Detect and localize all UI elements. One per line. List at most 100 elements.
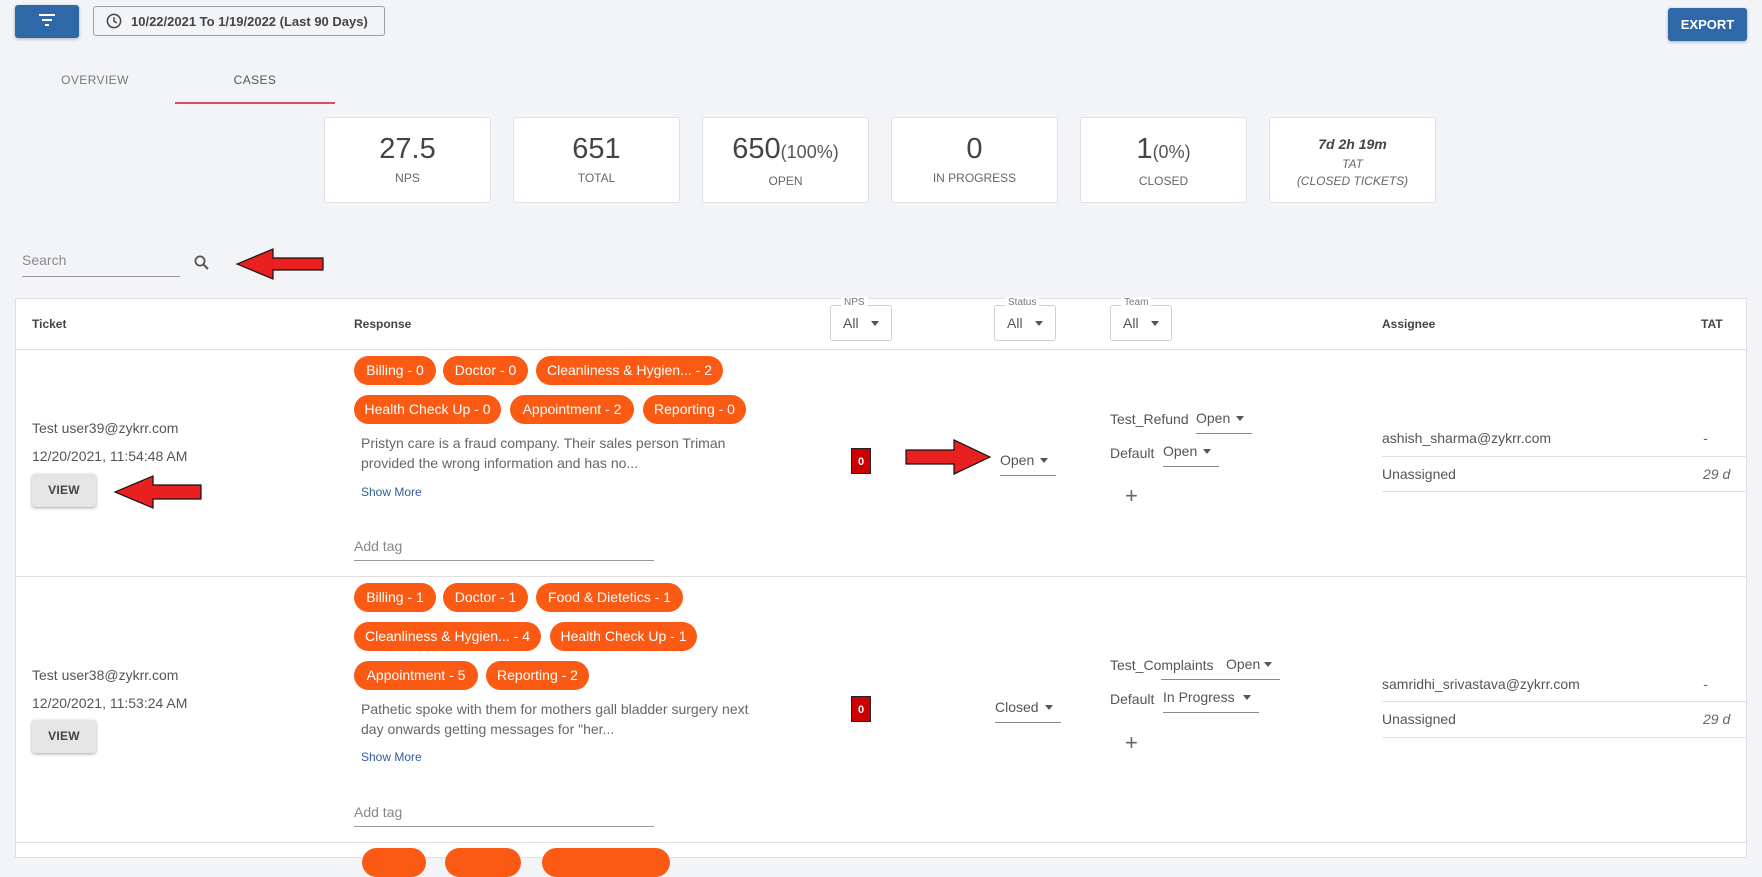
export-button[interactable]: EXPORT bbox=[1668, 8, 1747, 41]
tag-chip[interactable]: Appointment - 2 bbox=[510, 395, 634, 424]
tag-chip[interactable]: Cleanliness & Hygien... - 2 bbox=[536, 356, 723, 385]
search-input[interactable]: Search bbox=[22, 250, 180, 277]
nps-score-badge: 0 bbox=[851, 448, 871, 474]
stat-percent: (0%) bbox=[1152, 142, 1191, 162]
stat-label: OPEN bbox=[768, 174, 803, 188]
clock-icon bbox=[106, 13, 122, 29]
row-divider bbox=[16, 842, 1746, 843]
tat-value: - bbox=[1703, 430, 1708, 446]
tag-chip[interactable]: Health Check Up - 1 bbox=[550, 622, 697, 651]
stat-label: TAT bbox=[1342, 157, 1363, 171]
caret-down-icon bbox=[1045, 705, 1053, 710]
ticket-date: 12/20/2021, 11:54:48 AM bbox=[32, 448, 188, 464]
ticket-user: Test user38@zykrr.com bbox=[32, 667, 179, 683]
nps-score-badge: 0 bbox=[851, 696, 871, 722]
dropdown-value: Closed bbox=[995, 699, 1039, 715]
tag-chip[interactable] bbox=[362, 848, 426, 877]
tag-chip[interactable]: Doctor - 0 bbox=[443, 356, 528, 385]
tab-overview[interactable]: OVERVIEW bbox=[45, 72, 145, 102]
assignee-name: ashish_sharma@zykrr.com bbox=[1382, 430, 1552, 446]
plus-icon[interactable]: + bbox=[1125, 485, 1138, 507]
filter-button[interactable] bbox=[15, 5, 79, 38]
header-assignee: Assignee bbox=[1382, 317, 1436, 331]
stat-percent: (100%) bbox=[780, 142, 839, 162]
caret-down-icon bbox=[1236, 416, 1244, 421]
assignee-name: Unassigned bbox=[1382, 466, 1456, 482]
response-text: Pathetic spoke with them for mothers gal… bbox=[361, 699, 781, 739]
tag-chip[interactable]: Doctor - 1 bbox=[443, 583, 528, 612]
tag-chip[interactable]: Food & Dietetics - 1 bbox=[536, 583, 683, 612]
tag-chip[interactable]: Billing - 0 bbox=[354, 356, 436, 385]
show-more-link[interactable]: Show More bbox=[361, 485, 422, 499]
stat-value: 27.5 bbox=[379, 133, 436, 165]
stat-card-open: 650(100%) OPEN bbox=[702, 117, 869, 203]
nps-filter-select[interactable]: NPS All bbox=[830, 297, 892, 341]
stat-card-total: 651 TOTAL bbox=[513, 117, 680, 203]
stat-value: 1 bbox=[1136, 133, 1153, 165]
status-dropdown[interactable]: Closed bbox=[995, 698, 1061, 723]
ticket-user: Test user39@zykrr.com bbox=[32, 420, 179, 436]
team-status-dropdown[interactable]: Open bbox=[1226, 655, 1280, 680]
team-status-dropdown[interactable]: Open bbox=[1163, 442, 1219, 467]
view-button[interactable]: VIEW bbox=[32, 474, 96, 507]
stat-value: 651 bbox=[572, 133, 621, 165]
tag-chip[interactable] bbox=[542, 848, 670, 877]
assignee-name: Unassigned bbox=[1382, 711, 1456, 727]
dropdown-value: Open bbox=[1196, 410, 1231, 426]
caret-down-icon bbox=[1035, 321, 1043, 326]
add-tag-input[interactable]: Add tag bbox=[354, 803, 654, 827]
plus-icon[interactable]: + bbox=[1125, 732, 1138, 754]
caret-down-icon bbox=[1040, 458, 1048, 463]
caret-down-icon bbox=[1264, 662, 1272, 667]
stat-label: NPS bbox=[395, 171, 420, 185]
tag-chip[interactable]: Reporting - 0 bbox=[643, 395, 746, 424]
stat-value: 650 bbox=[732, 133, 781, 165]
team-name: Default bbox=[1110, 445, 1155, 461]
team-status-dropdown[interactable]: In Progress bbox=[1163, 688, 1259, 713]
dropdown-value: In Progress bbox=[1163, 689, 1235, 705]
stat-label: IN PROGRESS bbox=[932, 171, 1017, 185]
team-filter-select[interactable]: Team All bbox=[1110, 297, 1172, 341]
tab-cases[interactable]: CASES bbox=[175, 72, 335, 104]
status-filter-select[interactable]: Status All bbox=[994, 297, 1056, 341]
response-text: Pristyn care is a fraud company. Their s… bbox=[361, 433, 766, 473]
response-line: provided the wrong information and has n… bbox=[361, 455, 639, 471]
filter-value: All bbox=[843, 315, 859, 331]
header-tat: TAT bbox=[1701, 317, 1723, 331]
ticket-date: 12/20/2021, 11:53:24 AM bbox=[32, 695, 188, 711]
header-response: Response bbox=[354, 317, 412, 331]
tat-value: - bbox=[1703, 676, 1708, 692]
tag-chip[interactable]: Billing - 1 bbox=[354, 583, 436, 612]
view-button[interactable]: VIEW bbox=[32, 720, 96, 753]
caret-down-icon bbox=[1203, 449, 1211, 454]
divider bbox=[1382, 491, 1746, 492]
divider bbox=[16, 349, 1746, 350]
team-status-dropdown[interactable]: Open bbox=[1196, 409, 1252, 434]
arrow-left-icon bbox=[113, 474, 203, 515]
filter-list-icon bbox=[39, 13, 55, 31]
date-range-label: 10/22/2021 To 1/19/2022 (Last 90 Days) bbox=[131, 13, 368, 29]
tag-chip[interactable]: Appointment - 5 bbox=[354, 661, 478, 690]
add-tag-input[interactable]: Add tag bbox=[354, 537, 654, 561]
stat-label: TOTAL bbox=[577, 171, 616, 185]
cases-table bbox=[15, 298, 1747, 858]
tat-value: 29 d bbox=[1703, 711, 1731, 727]
tag-chip[interactable]: Reporting - 2 bbox=[486, 661, 589, 690]
stat-card-tat: 7d 2h 19m TAT (CLOSED TICKETS) bbox=[1269, 117, 1436, 203]
response-line: day onwards getting messages for "her... bbox=[361, 721, 615, 737]
dropdown-value: Open bbox=[1226, 656, 1261, 672]
filter-label: NPS bbox=[841, 297, 868, 309]
filter-value: All bbox=[1123, 315, 1139, 331]
stat-value: 0 bbox=[966, 133, 983, 165]
filter-label: Team bbox=[1121, 297, 1152, 309]
show-more-link[interactable]: Show More bbox=[361, 750, 422, 764]
tag-chip[interactable]: Health Check Up - 0 bbox=[354, 395, 501, 424]
filter-label: Status bbox=[1005, 297, 1040, 309]
search-icon[interactable] bbox=[193, 254, 211, 277]
status-dropdown[interactable]: Open bbox=[1000, 451, 1056, 476]
date-range-button[interactable]: 10/22/2021 To 1/19/2022 (Last 90 Days) bbox=[93, 6, 385, 36]
caret-down-icon bbox=[1151, 321, 1159, 326]
tag-chip[interactable]: Cleanliness & Hygien... - 4 bbox=[354, 622, 541, 651]
tag-chip[interactable] bbox=[445, 848, 521, 877]
caret-down-icon bbox=[871, 321, 879, 326]
